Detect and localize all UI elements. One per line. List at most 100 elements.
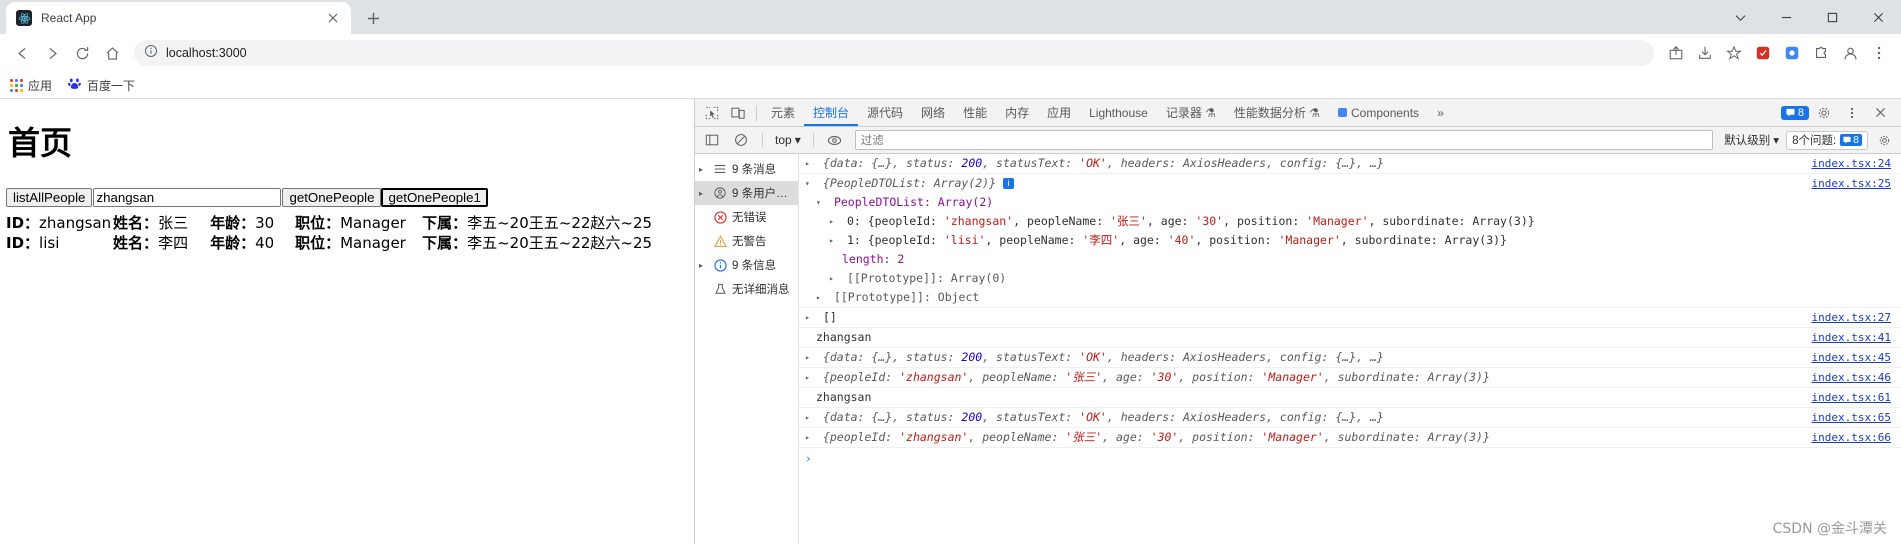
console-log-row[interactable]: ▸ {data: {…}, status: 200, statusText: '… <box>799 348 1901 368</box>
new-tab-button[interactable] <box>359 4 387 32</box>
inspect-element-icon[interactable] <box>699 101 725 125</box>
console-source-link[interactable]: index.tsx:25 <box>1812 176 1891 191</box>
chrome-menu-icon[interactable] <box>1865 39 1893 67</box>
get-one-people-1-button[interactable]: getOnePeople1 <box>381 188 488 207</box>
expand-arrow-icon[interactable]: ▸ <box>805 350 816 365</box>
issues-chip[interactable]: 8个问题: 8 <box>1786 130 1868 150</box>
tab-performance-insights[interactable]: 性能数据分析 ⚗ <box>1225 100 1329 126</box>
console-log-row[interactable]: ▸ {data: {…}, status: 200, statusText: '… <box>799 408 1901 428</box>
sidebar-toggle-icon[interactable] <box>699 128 725 152</box>
bookmark-star-icon[interactable] <box>1720 39 1748 67</box>
tab-performance[interactable]: 性能 <box>954 100 996 126</box>
expand-arrow-icon[interactable]: ▸ <box>816 290 827 305</box>
forward-icon[interactable] <box>38 39 66 67</box>
sidebar-item-verbose[interactable]: 无详细消息 <box>695 277 798 301</box>
kebab-menu-icon[interactable] <box>1839 101 1865 125</box>
console-log-row[interactable]: ▸ [] index.tsx:27 <box>799 308 1901 328</box>
site-info-icon[interactable] <box>144 44 158 63</box>
gear-icon[interactable] <box>1811 101 1837 125</box>
devtools-close-icon[interactable] <box>1867 101 1893 125</box>
sidebar-item-messages[interactable]: ▸ 9 条消息 <box>695 157 798 181</box>
expand-arrow-icon[interactable]: ▸ <box>699 261 708 270</box>
console-source-link[interactable]: index.tsx:61 <box>1812 390 1891 405</box>
tab-console[interactable]: 控制台 <box>804 100 858 126</box>
expand-arrow-icon[interactable]: ▸ <box>805 410 816 425</box>
console-prompt[interactable]: › <box>799 448 1901 468</box>
console-source-link[interactable]: index.tsx:45 <box>1812 350 1891 365</box>
console-log-child[interactable]: ▸ [[Prototype]]: Object <box>799 288 1901 308</box>
address-bar[interactable]: localhost:3000 <box>134 40 1654 66</box>
window-more-icon[interactable] <box>1717 0 1763 34</box>
get-one-people-button[interactable]: getOnePeople <box>282 188 382 207</box>
back-icon[interactable] <box>8 39 36 67</box>
expand-arrow-icon[interactable]: ▸ <box>829 214 840 229</box>
tab-network[interactable]: 网络 <box>912 100 954 126</box>
console-log-child[interactable]: ▸ [[Prototype]]: Array(0) <box>799 269 1901 288</box>
expand-arrow-icon[interactable]: ▸ <box>829 233 840 248</box>
console-source-link[interactable]: index.tsx:27 <box>1812 310 1891 325</box>
issues-badge[interactable]: 8 <box>1780 105 1809 120</box>
tab-sources[interactable]: 源代码 <box>858 100 912 126</box>
bookmark-baidu[interactable]: 百度一下 <box>68 77 135 94</box>
console-log-child[interactable]: ▸ 0: {peopleId: 'zhangsan', peopleName: … <box>799 212 1901 231</box>
console-filter-input[interactable]: 过滤 <box>854 130 1714 150</box>
extension-blue-icon[interactable] <box>1778 39 1806 67</box>
expand-arrow-icon[interactable]: ▾ <box>805 176 816 191</box>
console-source-link[interactable]: index.tsx:65 <box>1812 410 1891 425</box>
info-badge-icon[interactable]: i <box>1002 178 1014 189</box>
expand-arrow-icon[interactable]: ▸ <box>699 165 708 174</box>
expand-arrow-icon[interactable]: ▾ <box>816 195 827 210</box>
window-close-icon[interactable] <box>1855 0 1901 34</box>
expand-arrow-icon[interactable]: ▸ <box>829 271 840 286</box>
people-id-input[interactable] <box>93 188 282 207</box>
console-log-row[interactable]: ▸ {peopleId: 'zhangsan', peopleName: '张三… <box>799 428 1901 448</box>
reload-icon[interactable] <box>68 39 96 67</box>
console-context-selector[interactable]: top ▾ <box>771 133 805 147</box>
console-log-row[interactable]: zhangsan index.tsx:61 <box>799 388 1901 408</box>
console-source-link[interactable]: index.tsx:46 <box>1812 370 1891 385</box>
clear-console-icon[interactable] <box>728 128 754 152</box>
console-log-row[interactable]: zhangsan index.tsx:41 <box>799 328 1901 348</box>
window-maximize-icon[interactable] <box>1809 0 1855 34</box>
console-log-child[interactable]: ▸ 1: {peopleId: 'lisi', peopleName: '李四'… <box>799 231 1901 250</box>
tab-elements[interactable]: 元素 <box>762 100 804 126</box>
bookmark-apps[interactable]: 应用 <box>10 77 52 94</box>
expand-arrow-icon[interactable]: ▸ <box>805 156 816 171</box>
list-all-people-button[interactable]: listAllPeople <box>6 188 93 207</box>
expand-arrow-icon[interactable]: ▸ <box>805 430 816 445</box>
tab-memory[interactable]: 内存 <box>996 100 1038 126</box>
live-expression-icon[interactable] <box>822 128 848 152</box>
extensions-puzzle-icon[interactable] <box>1807 39 1835 67</box>
browser-tab[interactable]: React App <box>6 2 351 34</box>
tab-components[interactable]: Components <box>1329 100 1428 126</box>
console-settings-icon[interactable] <box>1871 128 1897 152</box>
install-icon[interactable] <box>1691 39 1719 67</box>
tab-lighthouse[interactable]: Lighthouse <box>1080 100 1157 126</box>
window-minimize-icon[interactable] <box>1763 0 1809 34</box>
sidebar-item-errors[interactable]: 无错误 <box>695 205 798 229</box>
tab-close-icon[interactable] <box>325 10 341 26</box>
console-source-link[interactable]: index.tsx:66 <box>1812 430 1891 445</box>
console-level-selector[interactable]: 默认级别 ▾ <box>1720 132 1783 148</box>
sidebar-item-warnings[interactable]: 无警告 <box>695 229 798 253</box>
tabs-overflow-button[interactable]: » <box>1428 100 1453 126</box>
share-icon[interactable] <box>1662 39 1690 67</box>
console-log-child[interactable]: ▾ PeopleDTOList: Array(2) <box>799 193 1901 212</box>
sidebar-item-user-messages[interactable]: ▸ 9 条用户消… <box>695 181 798 205</box>
console-log-area[interactable]: ▸ {data: {…}, status: 200, statusText: '… <box>799 154 1901 544</box>
profile-icon[interactable] <box>1836 39 1864 67</box>
device-toolbar-icon[interactable] <box>725 101 751 125</box>
sidebar-item-info[interactable]: ▸ 9 条信息 <box>695 253 798 277</box>
console-log-row[interactable]: ▸ {peopleId: 'zhangsan', peopleName: '张三… <box>799 368 1901 388</box>
tab-application[interactable]: 应用 <box>1038 100 1080 126</box>
console-source-link[interactable]: index.tsx:24 <box>1812 156 1891 171</box>
extension-red-icon[interactable] <box>1749 39 1777 67</box>
expand-arrow-icon[interactable]: ▸ <box>805 370 816 385</box>
console-source-link[interactable]: index.tsx:41 <box>1812 330 1891 345</box>
console-log-row[interactable]: ▸ {data: {…}, status: 200, statusText: '… <box>799 154 1901 174</box>
home-icon[interactable] <box>98 39 126 67</box>
expand-arrow-icon[interactable]: ▸ <box>699 189 708 198</box>
tab-recorder[interactable]: 记录器 ⚗ <box>1157 100 1225 126</box>
console-log-row[interactable]: ▾ {PeopleDTOList: Array(2)} i index.tsx:… <box>799 174 1901 193</box>
expand-arrow-icon[interactable]: ▸ <box>805 310 816 325</box>
